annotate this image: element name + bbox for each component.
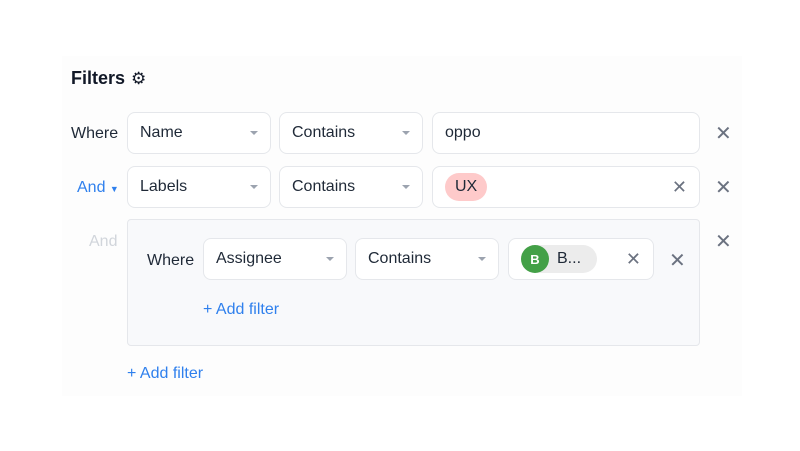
field-select[interactable]: Labels [127,166,271,208]
filters-title: Filters [71,68,126,88]
clear-icon[interactable]: ✕ [672,178,687,196]
field-select[interactable]: Name [127,112,271,154]
remove-filter-icon[interactable]: ✕ [669,251,686,271]
remove-filter-icon[interactable]: ✕ [715,124,732,144]
operator-select[interactable]: Contains [355,238,499,280]
group-add-filter-button[interactable]: + Add filter [203,301,279,319]
where-label: Where [147,252,195,269]
caret-down-icon [478,257,486,261]
where-label: Where [71,125,119,142]
assignee-input[interactable]: B B... ✕ [508,238,654,280]
remove-group-icon[interactable]: ✕ [715,232,732,252]
person-chip[interactable]: B B... [521,245,598,273]
group-conjunction: And [89,233,118,250]
caret-down-icon [250,131,258,135]
field-value: Labels [140,178,188,195]
conjunction-value: And [77,179,106,196]
person-name: B... [557,250,582,267]
operator-select[interactable]: Contains [279,166,423,208]
operator-select[interactable]: Contains [279,112,423,154]
caret-down-icon [250,185,258,189]
labels-input[interactable]: UX ✕ [432,166,700,208]
caret-down-icon [326,257,334,261]
gear-icon[interactable]: ⚙ [131,69,146,89]
caret-down-icon [402,131,410,135]
value-input[interactable]: oppo [432,112,700,154]
operator-value: Contains [292,124,356,141]
operator-value: Contains [292,178,356,195]
clear-icon[interactable]: ✕ [626,250,641,268]
label-chip[interactable]: UX [445,173,488,201]
remove-filter-icon[interactable]: ✕ [715,178,732,198]
caret-down-icon [402,185,410,189]
caret-down-icon: ▼ [109,184,119,194]
operator-value: Contains [368,250,432,267]
field-value: Assignee [216,250,282,267]
conjunction-select[interactable]: And ▼ [77,179,119,197]
avatar: B [521,245,549,273]
field-value: Name [140,124,183,141]
add-filter-button[interactable]: + Add filter [127,365,203,383]
field-select[interactable]: Assignee [203,238,347,280]
value-text: oppo [445,124,481,141]
